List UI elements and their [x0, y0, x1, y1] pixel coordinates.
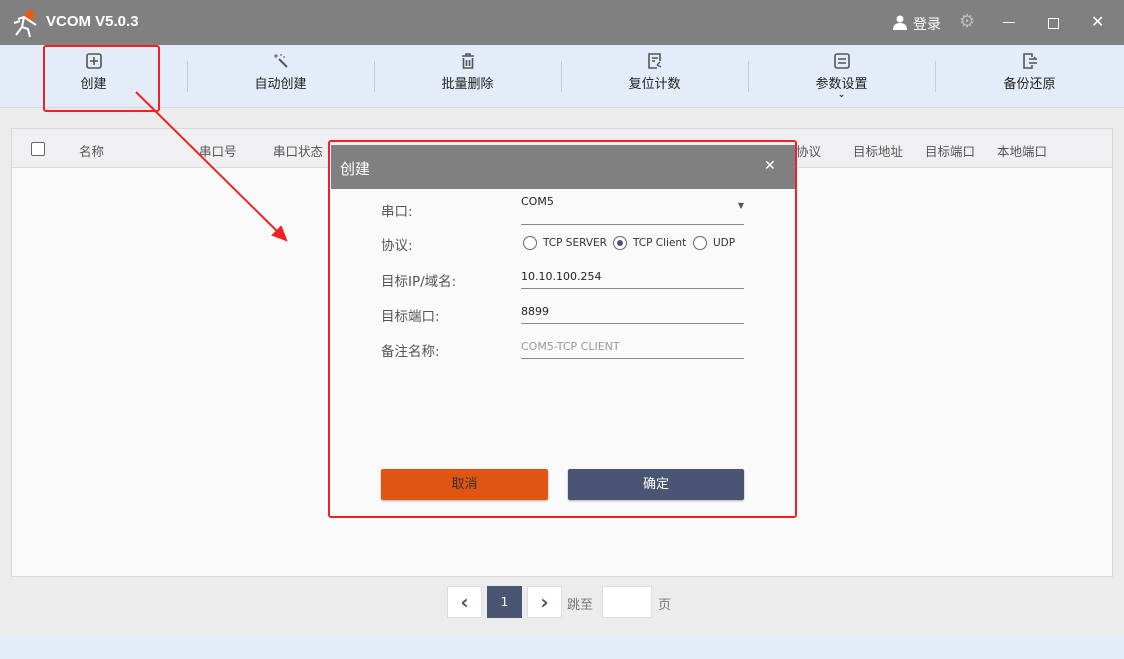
- toolbar: 创建 自动创建 批量删除 复位计数 参数设置 ⌄ 备份还原: [0, 45, 1124, 108]
- column-serial-port[interactable]: 串口号: [199, 141, 237, 160]
- auto-create-label: 自动创建: [254, 77, 307, 92]
- toolbar-divider: [374, 61, 375, 92]
- title-bar: VCOM V5.0.3 登录 ⚙ ✕: [0, 0, 1124, 45]
- column-target-port[interactable]: 目标端口: [925, 141, 975, 160]
- next-page-button[interactable]: ›: [527, 586, 562, 618]
- settings-gear-icon[interactable]: ⚙: [959, 11, 975, 32]
- column-local-port[interactable]: 本地端口: [997, 141, 1047, 160]
- column-name[interactable]: 名称: [79, 141, 104, 160]
- toolbar-divider: [748, 61, 749, 92]
- prev-page-button[interactable]: ‹: [447, 586, 482, 618]
- parameter-settings-button[interactable]: 参数设置 ⌄: [791, 45, 892, 108]
- trash-icon: [461, 53, 474, 69]
- app-logo-icon: [13, 10, 37, 38]
- batch-delete-button[interactable]: 批量删除: [417, 45, 518, 108]
- column-target-address[interactable]: 目标地址: [853, 141, 903, 160]
- reset-count-button[interactable]: 复位计数: [604, 45, 705, 108]
- minimize-button[interactable]: [1003, 22, 1015, 23]
- login-button[interactable]: 登录: [913, 14, 941, 34]
- chevron-down-icon: ⌄: [837, 90, 846, 100]
- maximize-button[interactable]: [1048, 18, 1059, 29]
- goto-page-input[interactable]: [602, 586, 652, 618]
- pagination: ‹ 1 › 跳至 页: [0, 586, 1124, 620]
- toolbar-divider: [561, 61, 562, 92]
- create-highlight-box: [43, 45, 160, 112]
- dialog-highlight-box: [328, 140, 797, 518]
- backup-restore-button[interactable]: 备份还原: [979, 45, 1080, 108]
- magic-wand-icon: [273, 54, 288, 68]
- reset-count-label: 复位计数: [628, 77, 681, 92]
- app-title: VCOM V5.0.3: [46, 13, 139, 30]
- user-icon[interactable]: [893, 15, 907, 30]
- reset-icon: [647, 53, 661, 69]
- toolbar-divider: [187, 61, 188, 92]
- auto-create-button[interactable]: 自动创建: [230, 45, 331, 108]
- close-window-button[interactable]: ✕: [1091, 12, 1104, 31]
- select-all-checkbox[interactable]: [31, 142, 45, 156]
- backup-restore-label: 备份还原: [1003, 77, 1056, 92]
- export-icon: [1022, 53, 1037, 69]
- toolbar-divider: [935, 61, 936, 92]
- sliders-icon: [833, 53, 850, 69]
- page-unit-label: 页: [658, 598, 672, 613]
- status-bar: [0, 637, 1124, 659]
- goto-label: 跳至: [567, 598, 594, 613]
- column-protocol[interactable]: 协议: [796, 141, 821, 160]
- column-serial-status[interactable]: 串口状态: [273, 141, 323, 160]
- page-1-button[interactable]: 1: [487, 586, 522, 618]
- batch-delete-label: 批量删除: [441, 77, 494, 92]
